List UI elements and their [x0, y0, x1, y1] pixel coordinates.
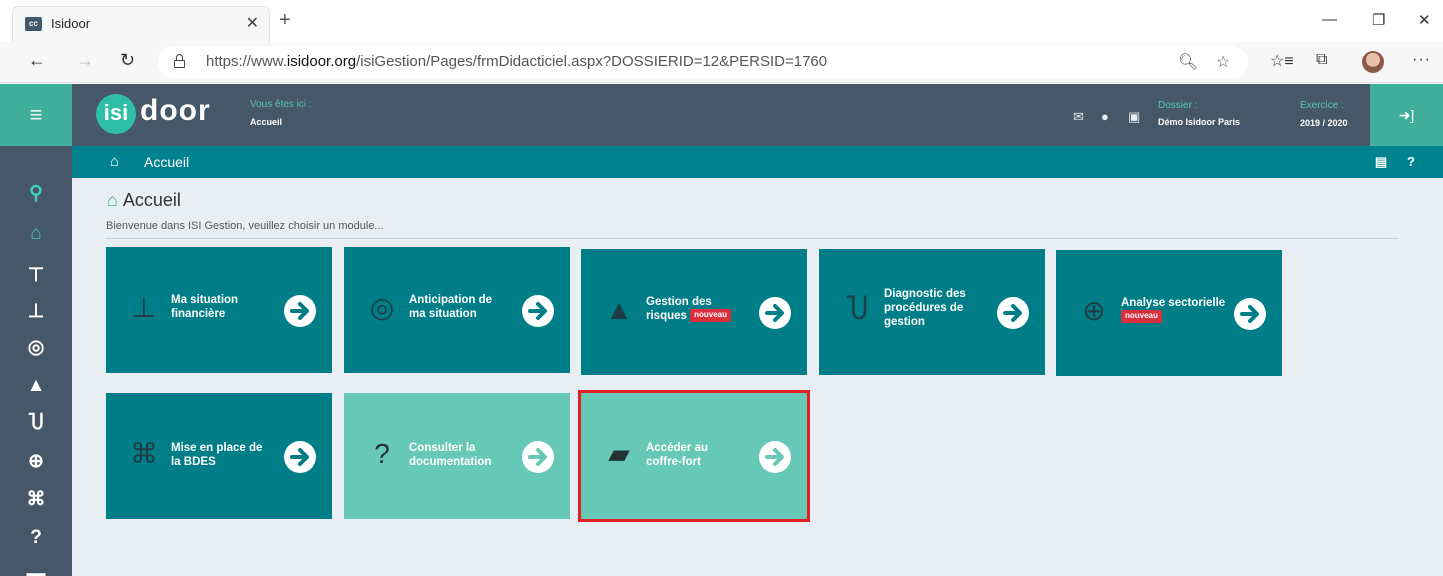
question-icon[interactable]: ? [24, 526, 48, 550]
tile-diagnostic-procedures[interactable]: Ⴎ Diagnostic des procédures de gestion [819, 249, 1045, 375]
exercice-label: Exercice : [1300, 100, 1344, 111]
page-title: ⌂ Accueil [107, 190, 181, 211]
favorites-list-icon[interactable]: ☆≡ [1270, 51, 1294, 71]
profile-avatar[interactable] [1362, 51, 1384, 73]
home-icon[interactable]: ⌂ [24, 222, 48, 246]
browser-tab[interactable]: cc Isidoor ✕ [12, 6, 270, 42]
new-tab-icon[interactable]: + [279, 10, 291, 30]
compass-icon[interactable]: ◎ [24, 336, 48, 360]
main-content: ⌂ Accueil Bienvenue dans ISI Gestion, veu… [72, 178, 1443, 576]
sitemap-icon[interactable]: ⊤ [24, 264, 48, 288]
logo-mark[interactable]: isi [96, 94, 136, 134]
tile-label: Gestion des risques nouveau [646, 295, 761, 323]
site-favicon-icon: cc [25, 17, 42, 31]
stethoscope-icon[interactable]: Ⴎ [24, 412, 48, 436]
back-icon[interactable]: ← [28, 50, 46, 71]
tile-label: Consulter la documentation [409, 442, 492, 468]
more-menu-icon[interactable]: ··· [1412, 51, 1431, 69]
page-title-text: Accueil [122, 190, 181, 210]
restore-icon[interactable]: ❐ [1372, 11, 1385, 29]
tile-label: Ma situation financière [171, 294, 239, 320]
tab-title: Isidoor [51, 16, 91, 31]
question-icon: ? [374, 438, 390, 469]
arrow-right-icon[interactable] [759, 441, 791, 473]
tile-anticipation[interactable]: ◎ Anticipation de ma situation [344, 247, 570, 373]
tile-label: Mise en place de la BDES [171, 442, 263, 468]
tile-gestion-des-risques[interactable]: ▲ Gestion des risques nouveau [581, 249, 807, 375]
tile-label: Analyse sectorielle nouveau [1121, 296, 1241, 324]
minimize-icon[interactable]: — [1322, 11, 1337, 28]
warning-icon: ▲ [605, 294, 633, 325]
search-chart-icon[interactable]: ⊕ [24, 450, 48, 474]
handshake-icon: ⌘ [130, 438, 158, 469]
arrow-right-icon[interactable] [284, 441, 316, 473]
close-window-icon[interactable]: ✕ [1418, 11, 1431, 29]
help-icon[interactable]: ? [1398, 146, 1424, 178]
tile-label: Diagnostic des procédures de gestion [884, 288, 966, 328]
url-text[interactable]: https://www.isidoor.org/isiGestion/Pages… [206, 53, 827, 70]
user-icon[interactable]: ● [1101, 109, 1109, 124]
search-chart-icon: ⊕ [1082, 295, 1106, 326]
stethoscope-icon: Ⴎ [846, 294, 868, 325]
app-header: ≡ isi door Vous êtes ici : Accueil ✉ ● ▣… [0, 84, 1443, 146]
zoom-icon[interactable]: 🔍︎ [1178, 52, 1198, 72]
mail-icon[interactable]: ✉ [1073, 109, 1084, 125]
browser-tab-bar: cc Isidoor ✕ + — ❐ ✕ [0, 0, 1443, 42]
handshake-icon[interactable]: ⌘ [24, 488, 48, 512]
tile-label: Accéder au coffre-fort [646, 442, 709, 468]
breadcrumb-item-home[interactable]: Accueil [144, 154, 189, 170]
tile-label: Anticipation de ma situation [409, 294, 493, 320]
arrow-right-icon[interactable] [997, 297, 1029, 329]
tile-ma-situation-financiere[interactable]: ⊥ Ma situation financière [106, 247, 332, 373]
home-icon: ⌂ [107, 190, 118, 210]
financial-situation-icon: ⊥ [131, 292, 157, 323]
new-badge: nouveau [1121, 310, 1162, 324]
warning-icon[interactable]: ▲ [24, 374, 48, 398]
lock-icon [174, 54, 185, 68]
collections-icon[interactable]: ⧉ [1316, 51, 1327, 69]
new-badge: nouveau [690, 309, 732, 323]
logo-text[interactable]: door [140, 94, 211, 128]
tile-consulter-documentation[interactable]: ? Consulter la documentation [344, 393, 570, 519]
browser-address-bar: ← → ↻ https://www.isidoor.org/isiGestion… [0, 42, 1443, 83]
favorite-star-icon[interactable]: ☆ [1216, 52, 1230, 72]
logout-icon[interactable]: ➜] [1370, 84, 1443, 146]
refresh-icon[interactable]: ↻ [120, 50, 135, 71]
dossier-value[interactable]: Démo Isidoor Paris [1158, 117, 1240, 127]
arrow-right-icon[interactable] [759, 297, 791, 329]
compass-icon: ◎ [369, 292, 395, 323]
arrow-right-icon[interactable] [284, 295, 316, 327]
film-icon[interactable]: ▤ [1368, 146, 1394, 178]
welcome-text: Bienvenue dans ISI Gestion, veuillez cho… [106, 220, 384, 232]
tile-analyse-sectorielle[interactable]: ⊕ Analyse sectorielle nouveau [1056, 250, 1282, 376]
contact-book-icon[interactable]: ▣ [1128, 109, 1140, 125]
home-icon[interactable]: ⌂ [110, 153, 119, 170]
location-label: Vous êtes ici : [250, 99, 312, 110]
tile-mise-en-place-bdes[interactable]: ⌘ Mise en place de la BDES [106, 393, 332, 519]
exercice-value[interactable]: 2019 / 2020 [1300, 118, 1348, 128]
folder-open-icon: ▰ [608, 438, 630, 469]
arrow-right-icon[interactable] [522, 295, 554, 327]
tile-acceder-coffre-fort[interactable]: ▰ Accéder au coffre-fort [578, 390, 810, 522]
sidebar: ⚲ ⌂ ⊤ ⊥ ◎ ▲ Ⴎ ⊕ ⌘ ? ▬ [0, 146, 72, 576]
divider [106, 238, 1398, 239]
hamburger-menu-icon[interactable]: ≡ [0, 84, 72, 146]
breadcrumb: ⌂ Accueil ▤ ? [72, 146, 1443, 178]
arrow-right-icon[interactable] [522, 441, 554, 473]
dossier-label: Dossier : [1158, 100, 1198, 111]
search-icon[interactable]: ⚲ [24, 182, 48, 206]
location-value: Accueil [250, 117, 283, 127]
close-tab-icon[interactable]: ✕ [246, 13, 259, 33]
user-desk-icon[interactable]: ⊥ [24, 300, 48, 324]
arrow-right-icon[interactable] [1234, 298, 1266, 330]
forward-icon[interactable]: → [76, 50, 94, 71]
url-field[interactable]: https://www.isidoor.org/isiGestion/Pages… [158, 46, 1248, 78]
folder-icon[interactable]: ▬ [24, 562, 48, 576]
